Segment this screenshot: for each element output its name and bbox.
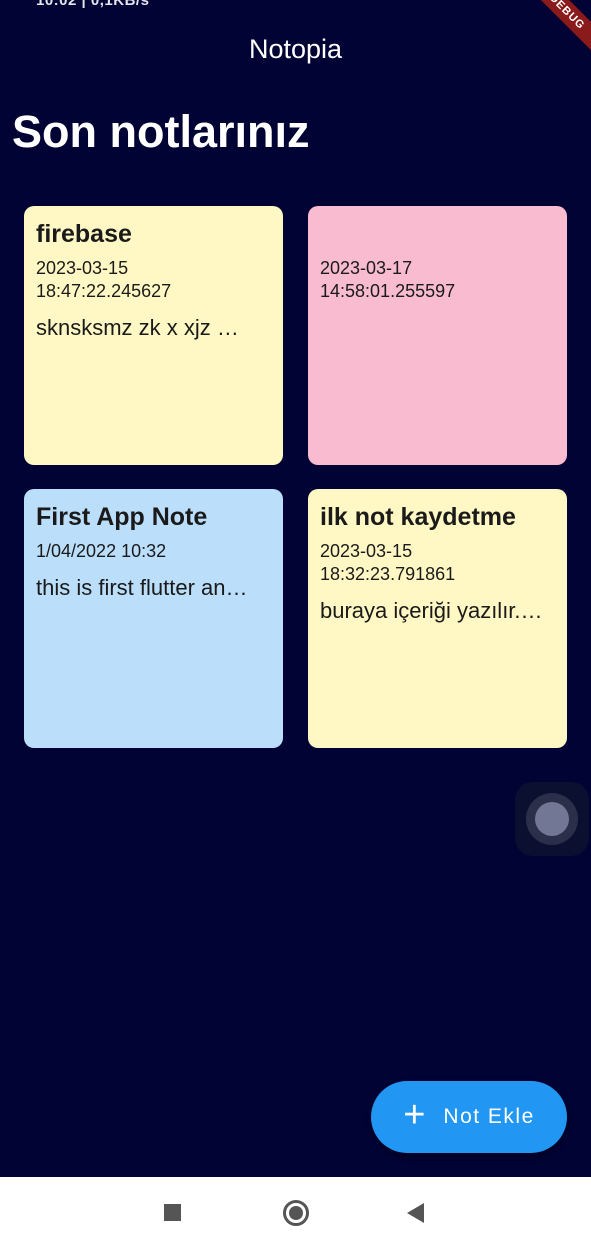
note-title: First App Note bbox=[36, 503, 208, 531]
status-time: 10:02 | 0,1KB/s bbox=[36, 0, 150, 9]
status-bar: 10:02 | 0,1KB/s bbox=[0, 0, 591, 12]
note-date: 2023-03-15 18:32:23.791861 bbox=[320, 541, 456, 584]
back-triangle-icon[interactable] bbox=[407, 1203, 424, 1223]
add-note-button[interactable]: + Not Ekle bbox=[371, 1081, 567, 1153]
note-title: firebase bbox=[36, 220, 132, 248]
bubble-ring-icon bbox=[526, 793, 578, 845]
note-card[interactable]: ilk not kaydetme 2023-03-15 18:32:23.791… bbox=[308, 489, 567, 748]
note-date: 2023-03-15 18:47:22.245627 bbox=[36, 258, 172, 301]
note-date: 1/04/2022 10:32 bbox=[36, 541, 167, 561]
note-card[interactable]: First App Note 1/04/2022 10:32 this is f… bbox=[24, 489, 283, 748]
note-content: sknsksmz zk x xjz … bbox=[36, 315, 239, 340]
note-date: 2023-03-17 14:58:01.255597 bbox=[320, 258, 456, 301]
system-navigation-bar bbox=[0, 1177, 591, 1248]
page-heading: Son notlarınız bbox=[12, 106, 310, 157]
note-content: buraya içeriği yazılır.… bbox=[320, 598, 543, 623]
note-content: this is first flutter an… bbox=[36, 575, 248, 600]
note-card[interactable]: firebase 2023-03-15 18:47:22.245627 skns… bbox=[24, 206, 283, 465]
recents-square-icon[interactable] bbox=[164, 1204, 181, 1221]
note-title bbox=[320, 220, 555, 249]
plus-icon: + bbox=[403, 1094, 426, 1136]
home-circle-icon[interactable] bbox=[283, 1200, 309, 1226]
note-card[interactable]: 2023-03-17 14:58:01.255597 bbox=[308, 206, 567, 465]
note-title: ilk not kaydetme bbox=[320, 503, 516, 531]
app-bar-title: Notopia bbox=[248, 34, 343, 64]
bubble-core-icon bbox=[535, 802, 569, 836]
assistive-touch-bubble[interactable] bbox=[515, 782, 589, 856]
add-note-label: Not Ekle bbox=[443, 1105, 535, 1128]
